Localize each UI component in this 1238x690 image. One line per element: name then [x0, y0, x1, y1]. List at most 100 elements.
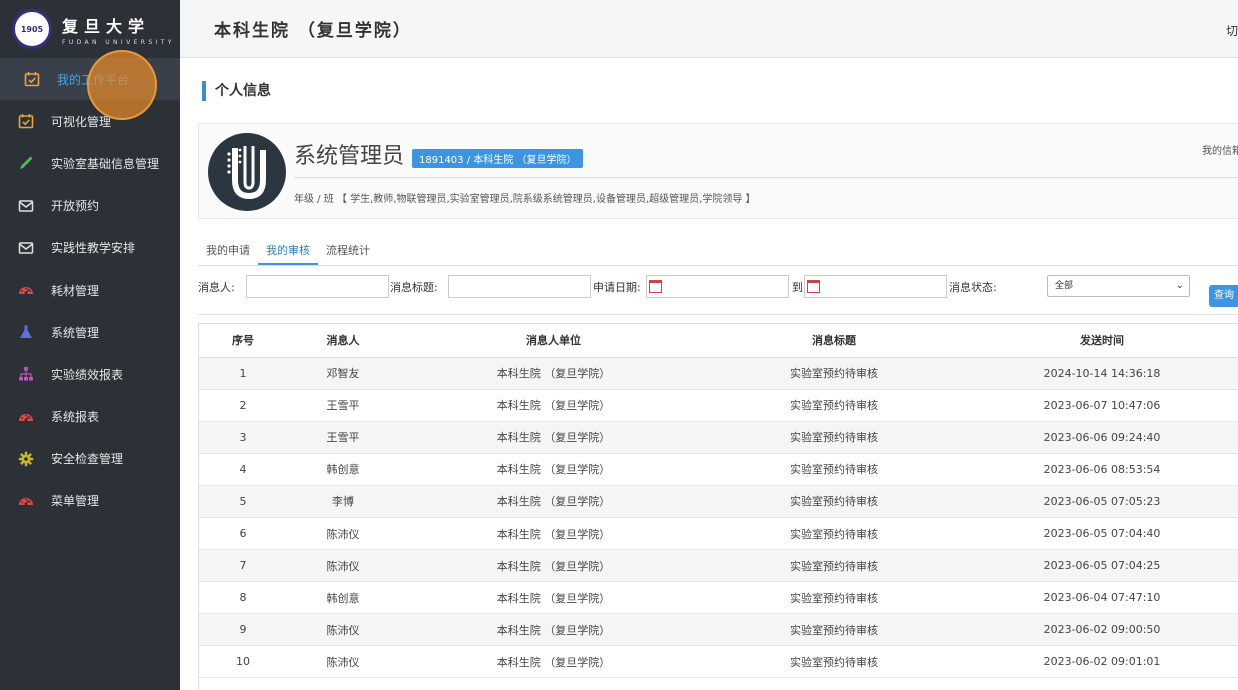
table-row[interactable]: 5 李博 本科生院 （复旦学院） 实验室预约待审核 2023-06-05 07:05:2… — [199, 485, 1238, 518]
table-cell: 1 — [199, 357, 287, 390]
logo[interactable]: 1905 复旦大学 FUDAN UNIVERSITY — [0, 0, 180, 58]
table-cell: 本科生院 （复旦学院） — [399, 357, 708, 390]
table-cell: 本科生院 （复旦学院） — [399, 389, 708, 422]
table-cell: 邓智友 — [287, 357, 399, 390]
column-header[interactable]: 消息人 — [287, 324, 399, 358]
table-cell: 本科生院 （复旦学院） — [399, 485, 708, 518]
sidebar-menu: 我的工作平台可视化管理实验室基础信息管理开放预约实践性教学安排耗材管理系统管理实… — [0, 58, 180, 522]
tab[interactable]: 我的申请 — [198, 238, 258, 265]
sidebar-item[interactable]: 系统报表 — [0, 396, 180, 438]
query-button[interactable]: 查询 — [1209, 285, 1238, 307]
table-cell: 本科生院 （复旦学院） — [399, 581, 708, 615]
eyedropper-icon — [17, 155, 34, 172]
table-cell: 实验室预约待审核 — [708, 389, 960, 422]
end-date-input[interactable] — [804, 275, 947, 298]
calendar-check-icon — [17, 113, 34, 130]
table-cell: 本科生院 （复旦学院） — [399, 453, 708, 486]
table-row[interactable]: 3 王雪平 本科生院 （复旦学院） 实验室预约待审核 2023-06-06 09:24:… — [199, 421, 1238, 454]
sidebar-item[interactable]: 菜单管理 — [0, 480, 180, 522]
table-cell: 陈沛仪 — [287, 645, 399, 679]
filter-bar: 消息人: 消息标题: 申请日期: 到 消息状态: 全部 ⌄ 查询 — [198, 269, 1238, 315]
sidebar-item[interactable]: 实验绩效报表 — [0, 353, 180, 395]
table-cell: 6 — [199, 517, 287, 551]
table-cell: 实验室预约待审核 — [708, 613, 960, 647]
gear-icon — [17, 450, 34, 467]
table-row[interactable]: 6 陈沛仪 本科生院 （复旦学院） 实验室预约待审核 2023-06-05 07:04:… — [199, 517, 1238, 551]
chevron-down-icon: ⌄ — [1175, 280, 1184, 291]
table-cell: 本科生院 （复旦学院） — [399, 517, 708, 551]
sidebar-item[interactable]: 安全检查管理 — [0, 438, 180, 480]
sidebar: 1905 复旦大学 FUDAN UNIVERSITY 我的工作平台可视化管理实验… — [0, 0, 180, 690]
table-cell: 实验室预约待审核 — [708, 485, 960, 518]
column-header[interactable]: 发送时间 — [960, 324, 1238, 358]
envelope-icon — [17, 239, 34, 256]
calendar-icon[interactable] — [649, 280, 662, 293]
sidebar-item[interactable]: 耗材管理 — [0, 269, 180, 311]
mailbox-link[interactable]: 我的信箱 — [1202, 142, 1238, 157]
message-table: 序号 消息人 消息人单位 消息标题 发送时间 1 邓智友 本科生院 （复旦学院） 实验… — [198, 323, 1238, 690]
switch-link[interactable]: 切 — [1226, 22, 1238, 39]
table-cell: 实验室预约待审核 — [708, 549, 960, 583]
table-cell: 本科生院 （复旦学院） — [399, 421, 708, 454]
sitemap-icon — [17, 366, 34, 383]
main-content: 本科生院 （复旦学院） 切 个人信息 系统管理员 1891403 / 本科生院 … — [180, 0, 1238, 690]
table-row[interactable]: 4 韩创意 本科生院 （复旦学院） 实验室预约待审核 2023-06-06 08:53:… — [199, 453, 1238, 486]
tab[interactable]: 我的审核 — [258, 238, 318, 265]
status-select[interactable]: 全部 ⌄ — [1047, 275, 1190, 297]
table-cell: 5 — [199, 485, 287, 518]
sidebar-item-label: 实验绩效报表 — [51, 367, 124, 382]
sender-input[interactable] — [246, 275, 389, 298]
start-date-input[interactable] — [646, 275, 789, 298]
table-cell: 3 — [199, 421, 287, 454]
sidebar-item-label: 系统报表 — [51, 410, 100, 425]
table-cell: 王雪平 — [287, 421, 399, 454]
title-label: 消息标题: — [390, 281, 438, 294]
table-row[interactable]: 2 王雪平 本科生院 （复旦学院） 实验室预约待审核 2023-06-07 10:47:… — [199, 389, 1238, 422]
profile-roles: 年级 / 班 【 学生,教师,物联管理员,实验室管理员,院系级系统管理员,设备管… — [294, 194, 756, 205]
title-input[interactable] — [448, 275, 591, 298]
table-row[interactable]: 8 韩创意 本科生院 （复旦学院） 实验室预约待审核 2023-06-04 07:47:… — [199, 581, 1238, 615]
logo-cn: 复旦大学 — [62, 16, 151, 36]
table-cell: 韩创意 — [287, 581, 399, 615]
table-cell: 陈沛仪 — [287, 549, 399, 583]
click-ripple — [87, 50, 157, 120]
table-cell: 陈沛仪 — [287, 613, 399, 647]
table-cell: 4 — [199, 453, 287, 486]
table-cell: 2023-06-04 07:47:10 — [960, 581, 1238, 615]
table-cell: 7 — [199, 549, 287, 583]
table-cell: 实验室预约待审核 — [708, 421, 960, 454]
table-row[interactable]: 1 邓智友 本科生院 （复旦学院） 实验室预约待审核 2024-10-14 14:36:… — [199, 357, 1238, 390]
dashboard-icon — [17, 282, 34, 299]
status-label: 消息状态: — [949, 281, 997, 294]
date-label: 申请日期: — [593, 281, 641, 294]
table-cell: 实验室预约待审核 — [708, 645, 960, 679]
column-header[interactable]: 消息人单位 — [399, 324, 708, 358]
logo-text: 复旦大学 FUDAN UNIVERSITY — [62, 13, 175, 46]
tab[interactable]: 流程统计 — [318, 238, 378, 265]
to-label: 到 — [792, 281, 803, 294]
column-header[interactable]: 消息标题 — [708, 324, 960, 358]
tab-bar: 我的申请 我的审核 流程统计 — [198, 238, 1238, 266]
table-cell: 2024-10-14 14:36:18 — [960, 357, 1238, 390]
sidebar-item[interactable]: 系统管理 — [0, 311, 180, 353]
sidebar-item[interactable]: 可视化管理 — [0, 100, 180, 142]
table-cell: 2023-06-02 09:00:50 — [960, 613, 1238, 647]
table-cell: 王雪平 — [287, 389, 399, 422]
table-row[interactable]: 10 陈沛仪 本科生院 （复旦学院） 实验室预约待审核 2023-06-02 09:01… — [199, 645, 1238, 679]
calendar-icon[interactable] — [807, 280, 820, 293]
table-cell: 2023-06-02 09:01:01 — [960, 645, 1238, 679]
table-row[interactable]: 9 陈沛仪 本科生院 （复旦学院） 实验室预约待审核 2023-06-02 09:00:… — [199, 613, 1238, 647]
profile-card: 系统管理员 1891403 / 本科生院 （复旦学院） 年级 / 班 【 学生,… — [198, 123, 1238, 219]
sidebar-item[interactable]: 开放预约 — [0, 185, 180, 227]
dashboard-icon — [17, 408, 34, 425]
table-header-row: 序号 消息人 消息人单位 消息标题 发送时间 — [199, 324, 1238, 358]
sidebar-item-label: 开放预约 — [51, 199, 100, 214]
profile-badge: 1891403 / 本科生院 （复旦学院） — [412, 149, 584, 168]
column-header[interactable]: 序号 — [199, 324, 287, 358]
sidebar-item-label: 菜单管理 — [51, 494, 100, 509]
sidebar-item[interactable]: 实验室基础信息管理 — [0, 142, 180, 184]
seal-text: 1905 — [20, 24, 44, 34]
sidebar-item[interactable]: 实践性教学安排 — [0, 227, 180, 269]
table-row[interactable]: 7 陈沛仪 本科生院 （复旦学院） 实验室预约待审核 2023-06-05 07:04:… — [199, 549, 1238, 583]
sidebar-item-label: 实验室基础信息管理 — [51, 156, 160, 171]
